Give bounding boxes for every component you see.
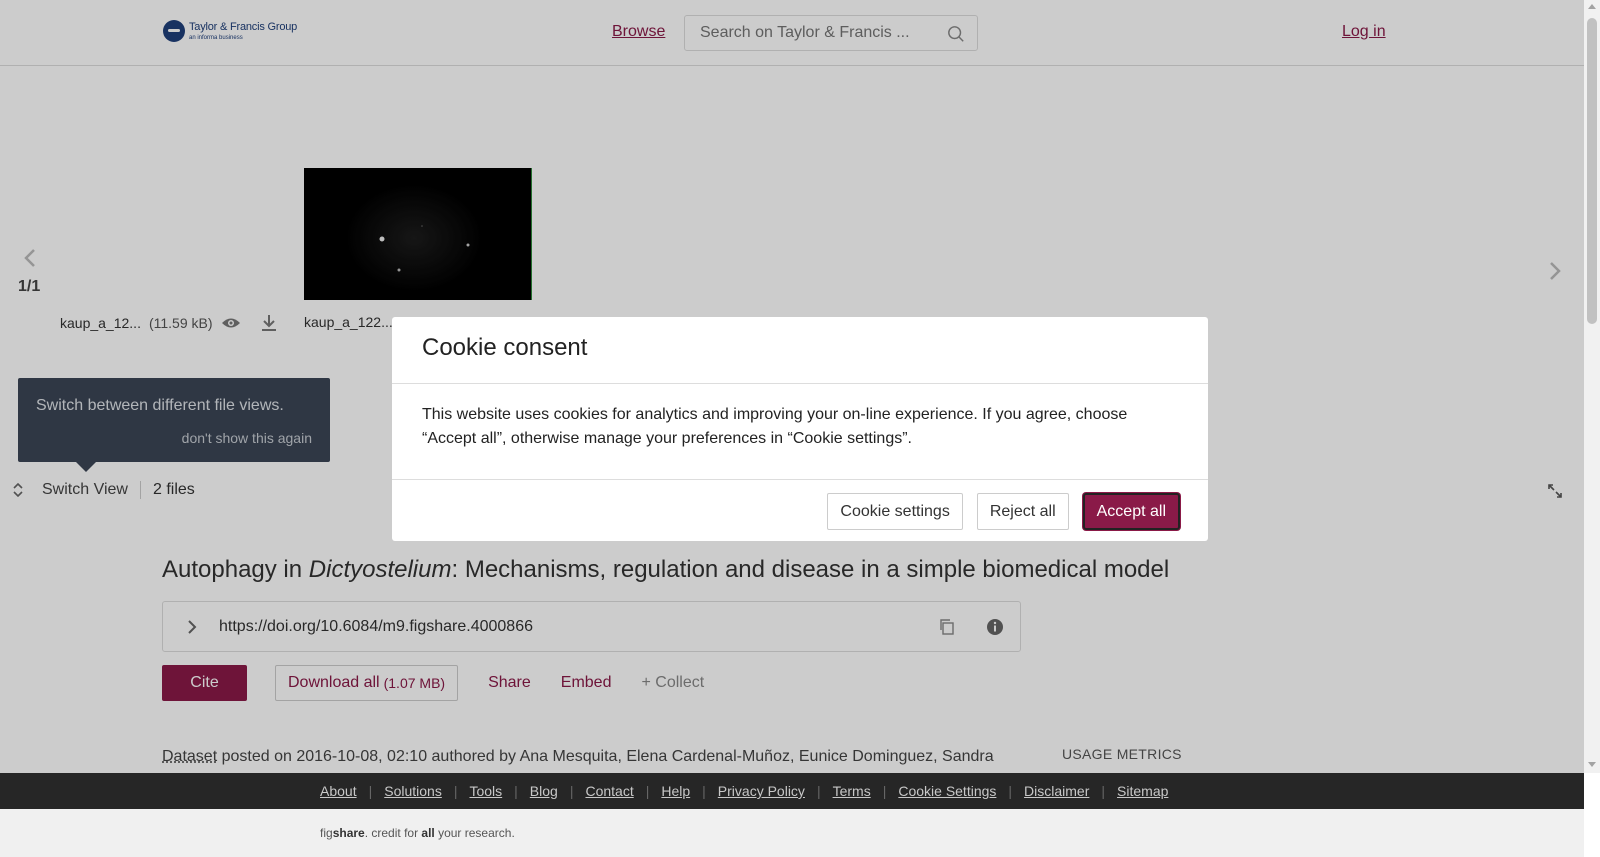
scroll-thumb[interactable]	[1587, 18, 1597, 324]
footer-separator: |	[453, 783, 458, 799]
page-scrollbar[interactable]	[1584, 0, 1600, 773]
footer-link-cookie-settings[interactable]: Cookie Settings	[898, 783, 996, 799]
cookie-consent-dialog: Cookie consent This website uses cookies…	[392, 317, 1208, 541]
scroll-up-arrow[interactable]	[1588, 4, 1596, 9]
footer-link-solutions[interactable]: Solutions	[384, 783, 442, 799]
footer-separator: |	[1008, 783, 1013, 799]
footer-separator: |	[702, 783, 706, 799]
divider	[392, 383, 1208, 384]
dialog-actions: Cookie settings Reject all Accept all	[827, 493, 1180, 530]
dialog-body: This website uses cookies for analytics …	[422, 406, 1128, 447]
footer-separator: |	[645, 783, 650, 799]
footer-separator: |	[514, 783, 518, 799]
footer-link-contact[interactable]: Contact	[585, 783, 633, 799]
accept-all-button[interactable]: Accept all	[1082, 493, 1180, 530]
footer-link-about[interactable]: About	[320, 783, 357, 799]
footer-separator: |	[1101, 783, 1106, 799]
scroll-down-arrow[interactable]	[1588, 762, 1596, 767]
footer-link-privacy-policy[interactable]: Privacy Policy	[718, 783, 805, 799]
footer-link-tools[interactable]: Tools	[469, 783, 502, 799]
footer-link-disclaimer[interactable]: Disclaimer	[1024, 783, 1089, 799]
footer-link-terms[interactable]: Terms	[833, 783, 871, 799]
footer-link-help[interactable]: Help	[661, 783, 690, 799]
footer-separator: |	[816, 783, 821, 799]
footer-link-blog[interactable]: Blog	[530, 783, 558, 799]
footer-separator: |	[569, 783, 574, 799]
figshare-tagline: figshare. credit for all your research.	[320, 826, 515, 840]
footer-link-sitemap[interactable]: Sitemap	[1117, 783, 1168, 799]
footer-nav: About | Solutions | Tools | Blog | Contact | Help |…	[320, 783, 1168, 799]
cookie-settings-button[interactable]: Cookie settings	[827, 493, 963, 530]
footer-separator: |	[882, 783, 887, 799]
footer-bottom: figshare. credit for all your research.	[0, 809, 1584, 857]
dialog-title: Cookie consent	[422, 334, 588, 361]
reject-all-button[interactable]: Reject all	[976, 493, 1069, 530]
divider	[392, 479, 1208, 480]
footer-separator: |	[368, 783, 373, 799]
footer-links-bar: About | Solutions | Tools | Blog | Contact | Help |…	[0, 773, 1584, 809]
